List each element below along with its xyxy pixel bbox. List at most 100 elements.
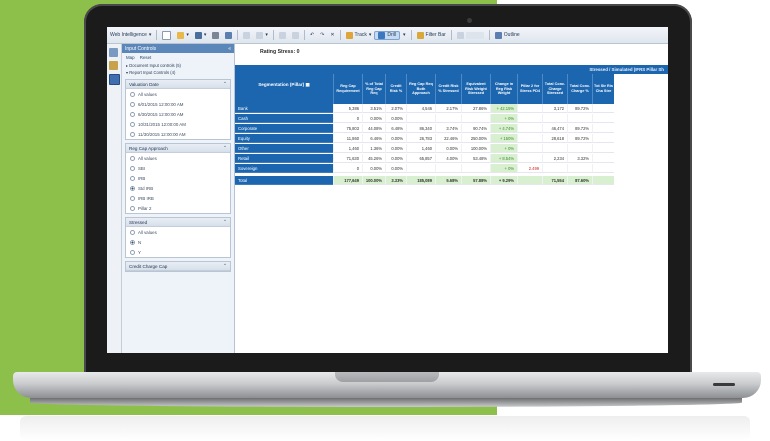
table-cell[interactable]: 0.00% (362, 164, 385, 173)
table-cell[interactable]: 0.00% (385, 144, 406, 153)
table-cell[interactable]: + 8.54% (490, 154, 517, 163)
radio-button[interactable] (130, 131, 135, 137)
radio-button[interactable] (130, 165, 135, 171)
table-cell[interactable] (517, 134, 542, 143)
radio-button[interactable] (130, 195, 135, 201)
input-controls-icon[interactable] (109, 74, 120, 85)
table-cell[interactable]: 90.74% (461, 124, 490, 133)
table-cell[interactable]: 3.74% (435, 124, 461, 133)
table-cell[interactable]: 44.08% (362, 124, 385, 133)
table-cell[interactable]: 0.00% (435, 144, 461, 153)
save-button[interactable]: ▾ (192, 31, 210, 39)
column-header[interactable]: Credit Risk % (385, 74, 406, 104)
radio-option[interactable]: N (126, 237, 230, 247)
new-document-button[interactable] (159, 30, 174, 40)
available-objects-icon[interactable] (109, 61, 118, 70)
app-menu-button[interactable]: Web Intelligence ▾ (107, 32, 154, 38)
table-cell[interactable]: 4,546 (406, 104, 435, 113)
radio-option[interactable]: 11/30/2015 12:00:00 AM (126, 129, 230, 139)
table-cell[interactable]: 3.51% (362, 104, 385, 113)
table-cell[interactable]: + 0% (490, 144, 517, 153)
total-cell[interactable]: 100.00% (362, 176, 385, 185)
table-cell[interactable]: + 4.74% (490, 124, 517, 133)
table-cell[interactable] (435, 114, 461, 123)
row-header[interactable]: Cash (235, 114, 333, 123)
table-cell[interactable]: 5,386 (333, 104, 362, 113)
table-cell[interactable]: 0.00% (385, 134, 406, 143)
track-button[interactable]: Track ▾ (343, 31, 375, 39)
row-header[interactable]: Other (235, 144, 333, 153)
radio-button[interactable] (130, 205, 135, 211)
table-cell[interactable]: 0 (333, 114, 362, 123)
radio-option[interactable]: All values (126, 153, 230, 163)
collapse-caret-icon[interactable]: ⌃ (223, 145, 227, 151)
radio-option[interactable]: Y (126, 247, 230, 257)
table-cell[interactable]: 27.86% (461, 104, 490, 113)
cut-button[interactable] (276, 31, 289, 39)
table-cell[interactable]: 2.499 (517, 164, 542, 173)
table-cell[interactable] (435, 164, 461, 173)
table-cell[interactable]: 1.36% (362, 144, 385, 153)
radio-option[interactable]: 6/01/2015 12:00:00 AM (126, 99, 230, 109)
table-cell[interactable]: 6.46% (362, 134, 385, 143)
total-cell[interactable]: + 9.29% (490, 176, 517, 185)
radio-option[interactable]: Std IRB (126, 183, 230, 193)
table-cell[interactable]: + 150% (490, 134, 517, 143)
table-cell[interactable] (461, 114, 490, 123)
table-cell[interactable]: 0 (333, 164, 362, 173)
radio-option[interactable]: All values (126, 227, 230, 237)
collapse-caret-icon[interactable]: ⌃ (223, 263, 227, 269)
table-cell[interactable] (592, 164, 614, 173)
row-header[interactable]: Retail (235, 154, 333, 163)
table-cell[interactable]: 100.00% (461, 144, 490, 153)
table-cell[interactable] (567, 164, 592, 173)
radio-button-selected[interactable] (130, 185, 135, 191)
format-dropdown[interactable] (465, 31, 484, 39)
table-cell[interactable]: 250.00% (461, 134, 490, 143)
redo-button[interactable]: ↷ (317, 32, 327, 38)
table-cell[interactable]: 6.48% (385, 124, 406, 133)
document-structure-icon[interactable] (109, 48, 118, 57)
table-cell[interactable]: 2.07% (385, 104, 406, 113)
table-cell[interactable]: 11,860 (333, 134, 362, 143)
table-cell[interactable]: 3,172 (542, 104, 567, 113)
copy-button[interactable] (240, 31, 253, 39)
table-cell[interactable] (542, 114, 567, 123)
outline-button[interactable]: Outline (492, 31, 523, 39)
report-input-controls[interactable]: ▾ Report Input Controls (4) (122, 69, 234, 76)
table-cell[interactable]: 0.00% (385, 114, 406, 123)
radio-option[interactable]: 6/30/2015 12:00:00 AM (126, 109, 230, 119)
column-header[interactable]: Tot Str Ris Cha Stre (592, 74, 614, 104)
total-cell[interactable]: 177,649 (333, 176, 362, 185)
undo-button[interactable]: ↶ (307, 32, 317, 38)
column-header[interactable]: % of Total Reg Cap Req (362, 74, 385, 104)
table-cell[interactable]: + 0% (490, 164, 517, 173)
format-button[interactable] (454, 31, 487, 39)
table-cell[interactable]: 1,460 (333, 144, 362, 153)
table-cell[interactable]: 75,803 (333, 124, 362, 133)
table-cell[interactable] (517, 144, 542, 153)
column-header[interactable]: Pillar 2 for Stress PD4 (517, 74, 542, 104)
table-cell[interactable]: 0.00% (362, 114, 385, 123)
find-button[interactable] (222, 31, 235, 39)
column-header[interactable]: Total Conc. Charge % (567, 74, 592, 104)
table-cell[interactable] (517, 114, 542, 123)
table-cell[interactable]: + 42.15% (490, 104, 517, 113)
total-cell[interactable]: 71,554 (542, 176, 567, 185)
table-cell[interactable] (592, 104, 614, 113)
radio-option[interactable]: All values (126, 89, 230, 99)
radio-button[interactable] (130, 91, 135, 97)
table-cell[interactable]: 26,783 (406, 134, 435, 143)
drill-button[interactable]: Drill (374, 30, 400, 40)
table-cell[interactable]: 46,474 (542, 124, 567, 133)
table-cell[interactable]: 4.00% (435, 154, 461, 163)
table-cell[interactable] (542, 144, 567, 153)
radio-button-selected[interactable] (130, 239, 135, 245)
table-cell[interactable] (567, 144, 592, 153)
total-cell[interactable]: 87.60% (567, 176, 592, 185)
table-cell[interactable]: 0.00% (385, 164, 406, 173)
table-cell[interactable]: 71,630 (333, 154, 362, 163)
delete-button[interactable] (289, 31, 302, 39)
collapse-icon[interactable]: « (228, 46, 231, 52)
column-header[interactable]: Change in Reg Risk Weight (490, 74, 517, 104)
